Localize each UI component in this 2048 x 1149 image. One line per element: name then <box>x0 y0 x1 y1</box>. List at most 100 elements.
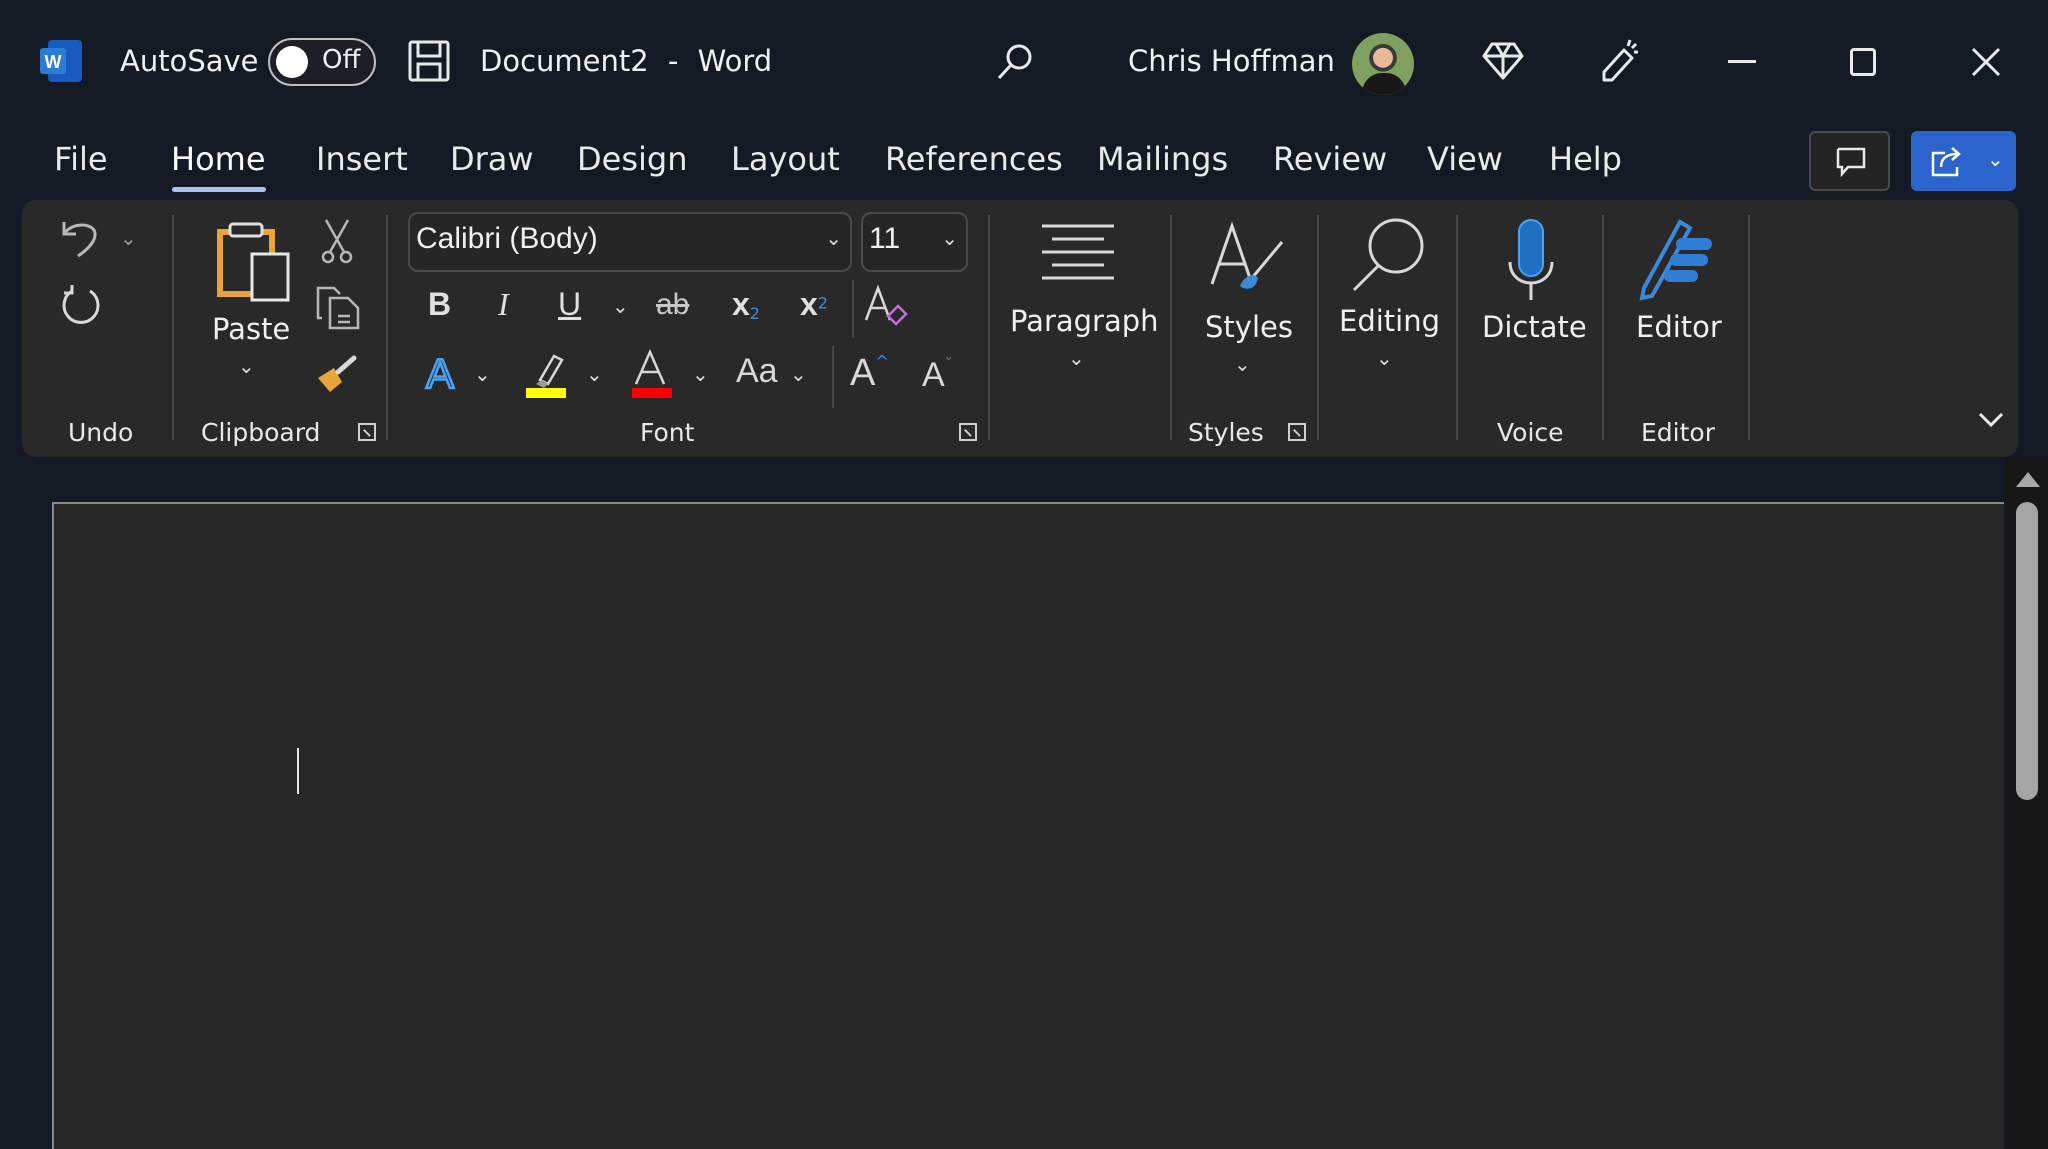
autosave-state: Off <box>322 45 361 75</box>
editing-chevron-icon[interactable]: ⌄ <box>1376 346 1393 370</box>
font-color-icon[interactable] <box>630 348 674 402</box>
font-color-swatch <box>632 388 672 398</box>
font-name-chevron-icon[interactable]: ⌄ <box>825 226 842 250</box>
share-button[interactable]: ⌄ <box>1911 131 2016 191</box>
document-page[interactable] <box>52 502 2004 1149</box>
styles-dialog-launcher-icon[interactable] <box>1288 423 1306 441</box>
search-icon[interactable] <box>995 42 1035 86</box>
autosave-label: AutoSave <box>120 44 259 78</box>
italic-button[interactable]: I <box>498 286 509 323</box>
subscript-mark: 2 <box>749 304 760 324</box>
minimize-icon[interactable] <box>1728 60 1756 63</box>
grow-font-button[interactable]: A^ <box>850 352 889 395</box>
tab-home[interactable]: Home <box>171 140 266 178</box>
text-effects-icon[interactable]: A <box>420 349 460 399</box>
diamond-premium-icon[interactable] <box>1482 40 1524 86</box>
text-effects-glyph: A <box>426 350 454 397</box>
group-separator <box>386 215 388 440</box>
autosave-toggle[interactable]: Off <box>268 38 376 86</box>
editor-group-label: Editor <box>1641 418 1715 447</box>
comments-button[interactable] <box>1809 131 1890 191</box>
grow-font-glyph: A <box>850 352 876 394</box>
font-color-chevron-icon[interactable]: ⌄ <box>692 362 709 386</box>
paste-label[interactable]: Paste <box>212 312 290 346</box>
editor-button[interactable]: Editor <box>1636 310 1722 344</box>
change-case-button[interactable]: Aa <box>736 352 778 391</box>
group-separator <box>1170 215 1172 440</box>
styles-button[interactable]: Styles <box>1205 310 1293 344</box>
font-size-value: 11 <box>869 222 901 255</box>
scroll-up-arrow-icon[interactable] <box>2016 472 2040 487</box>
title-bar: W AutoSave Off Document2 - Word Chris Ho… <box>0 0 2048 125</box>
tab-references[interactable]: References <box>885 140 1063 178</box>
tab-view[interactable]: View <box>1427 140 1503 178</box>
font-name-value: Calibri (Body) <box>416 222 598 255</box>
underline-button[interactable]: U <box>558 286 581 323</box>
close-icon[interactable] <box>1970 46 2002 82</box>
highlight-color-swatch <box>526 388 566 398</box>
caret-down-icon: ˇ <box>944 355 953 374</box>
undo-icon[interactable] <box>60 218 102 264</box>
format-painter-icon[interactable] <box>316 354 360 398</box>
group-separator <box>1456 215 1458 440</box>
tab-file[interactable]: File <box>54 140 108 178</box>
user-name[interactable]: Chris Hoffman <box>1128 44 1335 78</box>
text-effects-chevron-icon[interactable]: ⌄ <box>474 362 491 386</box>
subscript-base: x <box>732 286 750 322</box>
shrink-font-button[interactable]: Aˇ <box>922 355 953 395</box>
strikethrough-button[interactable]: ab <box>656 288 689 322</box>
save-icon[interactable] <box>408 40 450 86</box>
editor-pen-icon[interactable] <box>1638 218 1718 306</box>
paragraph-icon[interactable] <box>1040 224 1116 284</box>
app-name: Word <box>697 44 773 78</box>
microphone-icon[interactable] <box>1506 218 1556 306</box>
word-logo-icon[interactable]: W <box>40 38 84 88</box>
font-dialog-launcher-icon[interactable] <box>959 423 977 441</box>
styles-icon[interactable] <box>1208 221 1288 304</box>
tab-insert[interactable]: Insert <box>316 140 408 178</box>
group-separator <box>1317 215 1319 440</box>
superscript-button[interactable]: x2 <box>800 286 828 323</box>
font-size-chevron-icon[interactable]: ⌄ <box>941 226 958 250</box>
styles-group-label: Styles <box>1188 418 1264 447</box>
dictate-button[interactable]: Dictate <box>1482 310 1587 344</box>
tab-help[interactable]: Help <box>1549 140 1622 178</box>
bold-button[interactable]: B <box>428 286 451 323</box>
collapse-ribbon-chevron-icon[interactable] <box>1978 412 2004 432</box>
scrollbar-thumb[interactable] <box>2016 502 2038 800</box>
font-name-combobox[interactable]: Calibri (Body) ⌄ <box>408 212 852 272</box>
user-avatar[interactable] <box>1352 33 1414 95</box>
editing-search-icon[interactable] <box>1348 216 1428 300</box>
font-size-combobox[interactable]: 11 ⌄ <box>861 212 968 272</box>
document-title: Document2 - Word <box>480 44 772 78</box>
share-dropdown-chevron-icon[interactable]: ⌄ <box>1987 147 2004 171</box>
tab-layout[interactable]: Layout <box>731 140 840 178</box>
tab-design[interactable]: Design <box>577 140 687 178</box>
editing-button[interactable]: Editing <box>1339 304 1440 338</box>
change-case-chevron-icon[interactable]: ⌄ <box>790 362 807 386</box>
paste-dropdown-chevron-icon[interactable]: ⌄ <box>238 354 255 378</box>
tab-mailings[interactable]: Mailings <box>1097 140 1228 178</box>
styles-chevron-icon[interactable]: ⌄ <box>1234 352 1251 376</box>
highlight-color-icon[interactable] <box>526 350 572 402</box>
group-separator <box>988 215 990 440</box>
maximize-icon[interactable] <box>1850 48 1876 76</box>
tab-draw[interactable]: Draw <box>450 140 534 178</box>
highlight-color-chevron-icon[interactable]: ⌄ <box>586 362 603 386</box>
paragraph-button[interactable]: Paragraph <box>1010 304 1159 338</box>
copy-icon[interactable] <box>316 286 360 334</box>
superscript-mark: 2 <box>817 293 828 313</box>
undo-dropdown-chevron-icon[interactable]: ⌄ <box>120 226 137 250</box>
tab-review[interactable]: Review <box>1273 140 1387 178</box>
cut-icon[interactable] <box>320 218 354 268</box>
superscript-base: x <box>800 286 818 322</box>
paragraph-chevron-icon[interactable]: ⌄ <box>1068 346 1085 370</box>
paste-icon[interactable] <box>216 222 292 308</box>
clear-formatting-icon[interactable] <box>864 284 910 334</box>
clipboard-dialog-launcher-icon[interactable] <box>358 423 376 441</box>
redo-icon[interactable] <box>60 283 104 331</box>
subscript-button[interactable]: x2 <box>732 286 760 323</box>
pen-sparkle-icon[interactable] <box>1598 36 1642 88</box>
underline-dropdown-chevron-icon[interactable]: ⌄ <box>612 294 629 318</box>
group-separator <box>172 215 174 440</box>
